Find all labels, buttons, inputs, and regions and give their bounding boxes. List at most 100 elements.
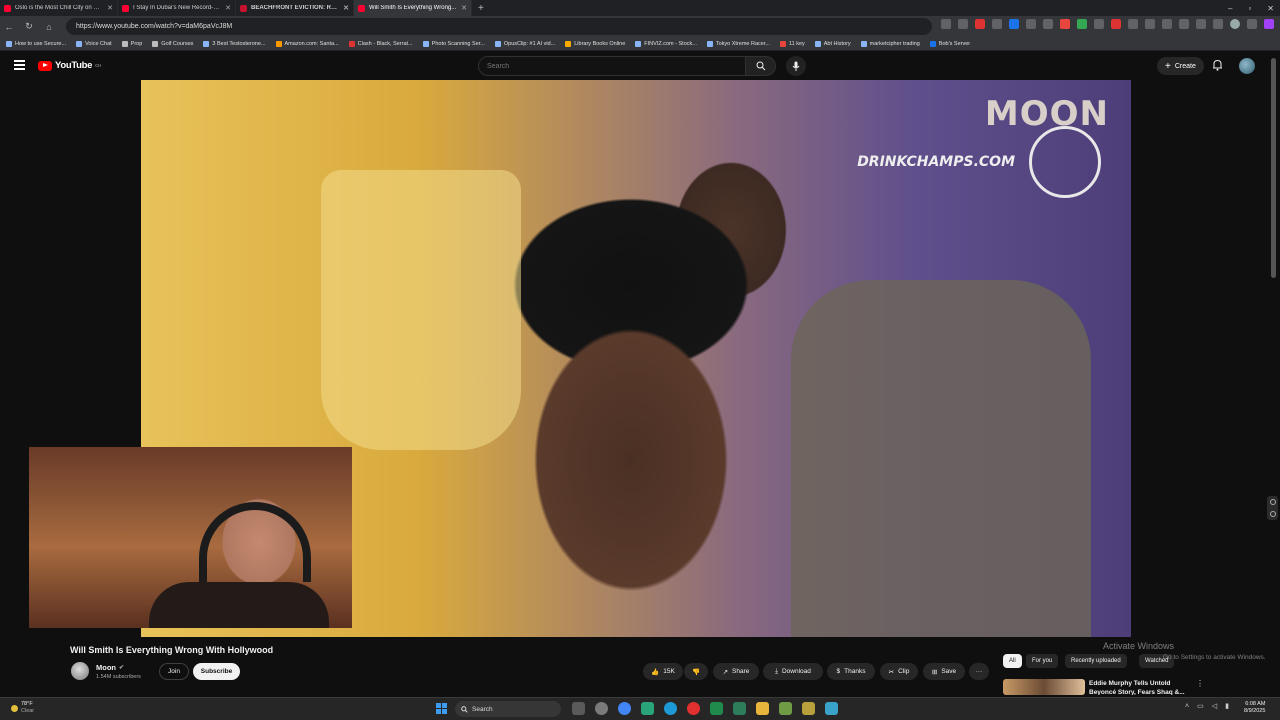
chevron-up-icon[interactable]: ˄: [1185, 703, 1189, 710]
browser-tab[interactable]: I Stay In Dubai's New Record-Brea... ✕: [118, 0, 236, 16]
extension-icon[interactable]: [1111, 19, 1121, 29]
extension-icon[interactable]: [975, 19, 985, 29]
chip-for-you[interactable]: For you: [1026, 654, 1059, 668]
opera-icon[interactable]: [687, 702, 700, 715]
windows-start-icon[interactable]: [436, 703, 447, 714]
app-icon[interactable]: [825, 702, 838, 715]
settings-gear-icon[interactable]: [595, 702, 608, 715]
maximize-button[interactable]: ▫: [1248, 4, 1251, 13]
extension-icon[interactable]: [1077, 19, 1087, 29]
url-field[interactable]: https://www.youtube.com/watch?v=daM6paVc…: [66, 18, 932, 35]
subscribe-button[interactable]: Subscribe: [193, 663, 240, 680]
bookmark-item[interactable]: Tokyo Xtreme Racer...: [706, 40, 770, 47]
minimize-button[interactable]: –: [1228, 4, 1232, 13]
like-button[interactable]: 👍 15K: [643, 663, 683, 680]
extension-icon[interactable]: [1128, 19, 1138, 29]
channel-name[interactable]: Moon ✔: [96, 663, 124, 672]
weather-widget[interactable]: 78°F Clear: [11, 701, 34, 715]
bookmark-item[interactable]: 3 Best Testosterone...: [203, 40, 266, 47]
bookmark-item[interactable]: OpusClip: #1 AI vid...: [494, 40, 555, 47]
extension-icon[interactable]: [1060, 19, 1070, 29]
close-icon[interactable]: ✕: [461, 4, 467, 12]
save-button[interactable]: ⊞ Save: [923, 663, 965, 680]
task-view-icon[interactable]: [572, 702, 585, 715]
bookmark-item[interactable]: Clash - Black, Serrat...: [348, 40, 413, 47]
side-panel-toggle[interactable]: [1267, 496, 1278, 520]
back-arrow-icon[interactable]: ←: [4, 22, 14, 32]
account-avatar[interactable]: [1239, 58, 1255, 74]
extension-icon[interactable]: [1247, 19, 1257, 29]
extension-icon[interactable]: [1162, 19, 1172, 29]
app-icon[interactable]: [802, 702, 815, 715]
extension-icon[interactable]: [1213, 19, 1223, 29]
extension-icon[interactable]: [1179, 19, 1189, 29]
app-icon[interactable]: [733, 702, 746, 715]
extension-icon[interactable]: [1043, 19, 1053, 29]
bookmark-item[interactable]: Prop: [121, 40, 142, 47]
hamburger-menu-icon[interactable]: [14, 60, 25, 70]
channel-avatar[interactable]: [71, 662, 89, 680]
bookmark-item[interactable]: Library Books Online: [565, 40, 625, 47]
app-icon[interactable]: [710, 702, 723, 715]
close-icon[interactable]: ✕: [107, 4, 113, 12]
bookmark-item[interactable]: Voice Chat: [76, 40, 112, 47]
more-actions-button[interactable]: ···: [969, 663, 989, 680]
browser-tab[interactable]: BEACHFRONT EVICTION: Rangers... ✕: [236, 0, 354, 16]
browser-tab[interactable]: Oslo is the Most Chill City on Earth ✕: [0, 0, 118, 16]
taskbar-clock[interactable]: 6:08 AM 8/9/2025: [1244, 701, 1265, 715]
app-icon[interactable]: [779, 702, 792, 715]
join-button[interactable]: Join: [159, 663, 189, 680]
bookmark-item[interactable]: Bob's Server: [929, 40, 970, 47]
extension-icon[interactable]: [1009, 19, 1019, 29]
app-icon[interactable]: [641, 702, 654, 715]
extension-icon[interactable]: [958, 19, 968, 29]
chip-all[interactable]: All: [1003, 654, 1022, 668]
chip-recently-uploaded[interactable]: Recently uploaded: [1065, 654, 1127, 668]
voice-search-button[interactable]: [786, 56, 806, 76]
battery-icon[interactable]: ▮: [1225, 702, 1229, 710]
extension-icon[interactable]: [1264, 19, 1274, 29]
youtube-logo[interactable]: YouTube CH: [38, 60, 101, 71]
extension-icon[interactable]: [1145, 19, 1155, 29]
bookmark-item[interactable]: FINVIZ.com - Stock...: [635, 40, 697, 47]
bookmark-item[interactable]: How to use Secure...: [6, 40, 66, 47]
extension-icon[interactable]: [992, 19, 1002, 29]
close-icon[interactable]: ✕: [225, 4, 231, 12]
create-button[interactable]: + Create: [1157, 57, 1204, 75]
edge-icon[interactable]: [664, 702, 677, 715]
clip-button[interactable]: ✂ Clip: [880, 663, 918, 680]
close-window-button[interactable]: ✕: [1267, 4, 1274, 13]
bookmark-item[interactable]: marketcipher trading: [860, 40, 920, 47]
speaker-icon[interactable]: ◁: [1212, 702, 1217, 710]
profile-avatar-icon[interactable]: [1230, 19, 1240, 29]
chrome-icon[interactable]: [618, 702, 631, 715]
close-icon[interactable]: ✕: [343, 4, 349, 12]
browser-tab-active[interactable]: Will Smith Is Everything Wrong... ✕: [354, 0, 472, 16]
page-scrollbar[interactable]: [1271, 58, 1276, 278]
new-tab-button[interactable]: +: [472, 3, 490, 14]
extension-icon[interactable]: [941, 19, 951, 29]
bookmark-item[interactable]: 11 key: [779, 40, 805, 47]
extension-icon[interactable]: [1026, 19, 1036, 29]
search-input[interactable]: [478, 56, 746, 76]
notifications-bell-icon[interactable]: [1212, 59, 1223, 71]
share-button[interactable]: ↗ Share: [713, 663, 759, 680]
network-icon[interactable]: ▭: [1197, 702, 1204, 710]
thanks-button[interactable]: $ Thanks: [827, 663, 875, 680]
extension-icon[interactable]: [1094, 19, 1104, 29]
bookmark-item[interactable]: Amazon.com: Santa...: [275, 40, 339, 47]
download-button[interactable]: ⤓ Download: [763, 663, 823, 680]
dislike-button[interactable]: 👎: [684, 663, 708, 680]
reload-icon[interactable]: ↻: [24, 21, 34, 32]
extension-icon[interactable]: [1196, 19, 1206, 29]
search-button[interactable]: [746, 56, 776, 76]
bookmark-item[interactable]: Abt History: [814, 40, 851, 47]
recommended-video-thumbnail[interactable]: [1003, 679, 1085, 695]
recommended-video-title[interactable]: Eddie Murphy Tells Untold Beyoncé Story,…: [1089, 680, 1189, 695]
bookmark-item[interactable]: Photo Scanning Ser...: [422, 40, 485, 47]
bookmark-item[interactable]: Golf Courses: [152, 40, 193, 47]
file-explorer-icon[interactable]: [756, 702, 769, 715]
taskbar-search[interactable]: Search: [455, 701, 561, 717]
home-icon[interactable]: ⌂: [44, 22, 54, 32]
more-vertical-icon[interactable]: ⋮: [1196, 679, 1204, 688]
